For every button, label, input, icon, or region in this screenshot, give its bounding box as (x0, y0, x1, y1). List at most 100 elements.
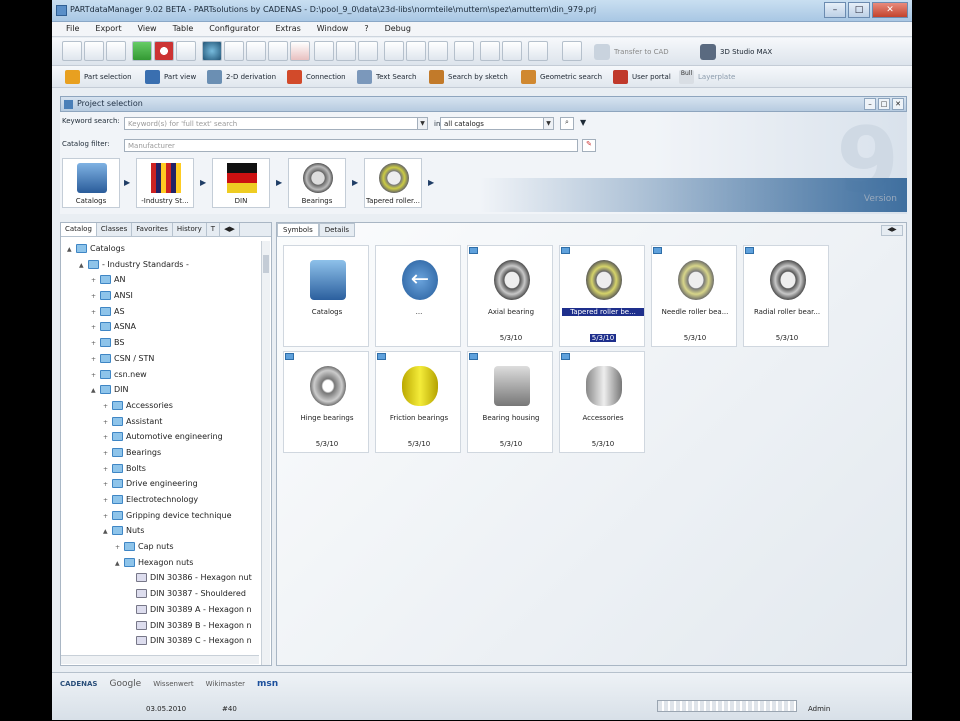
chevron-down-icon[interactable]: ▼ (417, 118, 427, 129)
tree-node[interactable]: DIN 30387 - Shouldered (61, 586, 259, 602)
tree-node[interactable]: ▲ Hexagon nuts (61, 555, 259, 571)
tree-node[interactable]: ▲ Catalogs (61, 241, 259, 257)
tree-node[interactable]: + AS (61, 304, 259, 320)
expander-icon[interactable]: ▲ (79, 258, 88, 273)
expander-icon[interactable]: + (103, 509, 112, 524)
expander-icon[interactable]: ▲ (67, 242, 76, 257)
symbol-tile[interactable]: Hinge bearings 5/3/10 (283, 351, 369, 453)
tree-node[interactable]: ▲ DIN (61, 382, 259, 398)
menu-window[interactable]: Window (309, 22, 357, 36)
tree-node[interactable]: + Assistant (61, 414, 259, 430)
symbol-tile[interactable]: Axial bearing 5/3/10 (467, 245, 553, 347)
wikimaster-logo[interactable]: Wikimaster (206, 680, 245, 688)
breadcrumb-din[interactable]: DIN (212, 158, 270, 208)
zoom-icon[interactable] (224, 41, 244, 61)
tree-node[interactable]: + Automotive engineering (61, 429, 259, 445)
symbol-tile[interactable]: Catalogs (283, 245, 369, 347)
close-button[interactable]: ✕ (872, 2, 908, 18)
tree-node[interactable]: ▲ Nuts (61, 523, 259, 539)
tree-node[interactable]: ▲ - Industry Standards - (61, 257, 259, 273)
expander-icon[interactable]: + (91, 352, 100, 367)
pdf-icon[interactable] (246, 41, 266, 61)
expander-icon[interactable]: + (91, 336, 100, 351)
msn-logo[interactable]: msn (257, 679, 278, 689)
refresh-icon[interactable] (562, 41, 582, 61)
tab-details[interactable]: Details (318, 223, 356, 237)
chevron-down-icon[interactable]: ▼ (543, 118, 553, 129)
tree-node[interactable]: + Drive engineering (61, 476, 259, 492)
new-icon[interactable] (62, 41, 82, 61)
part-selection-button[interactable]: Part selection (64, 69, 132, 85)
expander-icon[interactable]: + (115, 540, 124, 555)
symbol-tile[interactable]: Friction bearings 5/3/10 (375, 351, 461, 453)
options-arrow-icon[interactable]: ▼ (580, 118, 586, 127)
star-icon[interactable] (314, 41, 334, 61)
help-icon[interactable] (336, 41, 356, 61)
tree-horizontal-scrollbar[interactable] (61, 655, 259, 664)
traffic-light-icon[interactable] (132, 41, 152, 61)
settings-icon[interactable] (358, 41, 378, 61)
search-icon[interactable]: ⌕ (560, 117, 574, 130)
expander-icon[interactable]: + (91, 368, 100, 383)
menu-export[interactable]: Export (87, 22, 129, 36)
expander-icon[interactable]: + (91, 305, 100, 320)
scroll-thumb[interactable] (263, 255, 269, 273)
breadcrumb-catalogs[interactable]: Catalogs (62, 158, 120, 208)
tab-catalog[interactable]: Catalog (61, 223, 97, 236)
part-view-button[interactable]: Part view (144, 69, 196, 85)
expander-icon[interactable]: + (91, 320, 100, 335)
symbol-tile[interactable]: Tapered roller be... 5/3/10 (559, 245, 645, 347)
open-icon[interactable] (84, 41, 104, 61)
calendar-icon[interactable] (176, 41, 196, 61)
menu-file[interactable]: File (58, 22, 87, 36)
text-search-button[interactable]: Text Search (356, 69, 416, 85)
menu-configurator[interactable]: Configurator (201, 22, 267, 36)
catalog-scope-select[interactable]: all catalogs ▼ (440, 117, 554, 130)
layerplate-button[interactable]: Bull Layerplate (678, 69, 735, 85)
tree-node[interactable]: + csn.new (61, 367, 259, 383)
tab-classes[interactable]: Classes (97, 223, 133, 236)
symbol-tile[interactable]: Bearing housing 5/3/10 (467, 351, 553, 453)
minimize-button[interactable]: – (824, 2, 846, 18)
tree-node[interactable]: DIN 30389 B - Hexagon n (61, 618, 259, 634)
window-icon[interactable] (384, 41, 404, 61)
tools-icon[interactable] (454, 41, 474, 61)
expander-icon[interactable]: + (103, 415, 112, 430)
expander-icon[interactable]: + (103, 446, 112, 461)
link-icon[interactable] (480, 41, 500, 61)
expander-icon[interactable]: + (103, 399, 112, 414)
stop-icon[interactable] (154, 41, 174, 61)
symbol-tile[interactable]: Radial roller bear... 5/3/10 (743, 245, 829, 347)
menu-view[interactable]: View (130, 22, 165, 36)
tab-t[interactable]: T (207, 223, 221, 236)
wissenwert-logo[interactable]: Wissenwert (153, 680, 193, 688)
globe-icon[interactable] (202, 41, 222, 61)
tree-node[interactable]: + AN (61, 272, 259, 288)
expander-icon[interactable]: ▲ (115, 556, 124, 571)
tab-history[interactable]: History (173, 223, 207, 236)
magnify-icon[interactable] (528, 41, 548, 61)
symbol-tile[interactable]: Accessories 5/3/10 (559, 351, 645, 453)
tab-symbols[interactable]: Symbols (277, 223, 319, 237)
cadenas-logo[interactable]: CADENAS (60, 680, 97, 688)
clear-filter-icon[interactable]: ✎ (582, 139, 596, 152)
tree-node[interactable]: + Bearings (61, 445, 259, 461)
connection-button[interactable]: Connection (286, 69, 346, 85)
tree-node[interactable]: + Gripping device technique (61, 508, 259, 524)
tree-node[interactable]: + Cap nuts (61, 539, 259, 555)
tree-vertical-scrollbar[interactable] (261, 241, 270, 665)
breadcrumb-tapered-roller[interactable]: Tapered roller... (364, 158, 422, 208)
menu-help[interactable]: ? (356, 22, 376, 36)
maximize-button[interactable]: □ (848, 2, 870, 18)
network-icon[interactable] (502, 41, 522, 61)
search-by-sketch-button[interactable]: Search by sketch (428, 69, 508, 85)
tree-node[interactable]: + BS (61, 335, 259, 351)
tree-node[interactable]: + Bolts (61, 461, 259, 477)
tab-favorites[interactable]: Favorites (132, 223, 173, 236)
menu-debug[interactable]: Debug (377, 22, 419, 36)
grid-icon[interactable] (106, 41, 126, 61)
symbol-tile[interactable]: ←... (375, 245, 461, 347)
tree-node[interactable]: + Electrotechnology (61, 492, 259, 508)
expander-icon[interactable]: + (91, 289, 100, 304)
breadcrumb-bearings[interactable]: Bearings (288, 158, 346, 208)
